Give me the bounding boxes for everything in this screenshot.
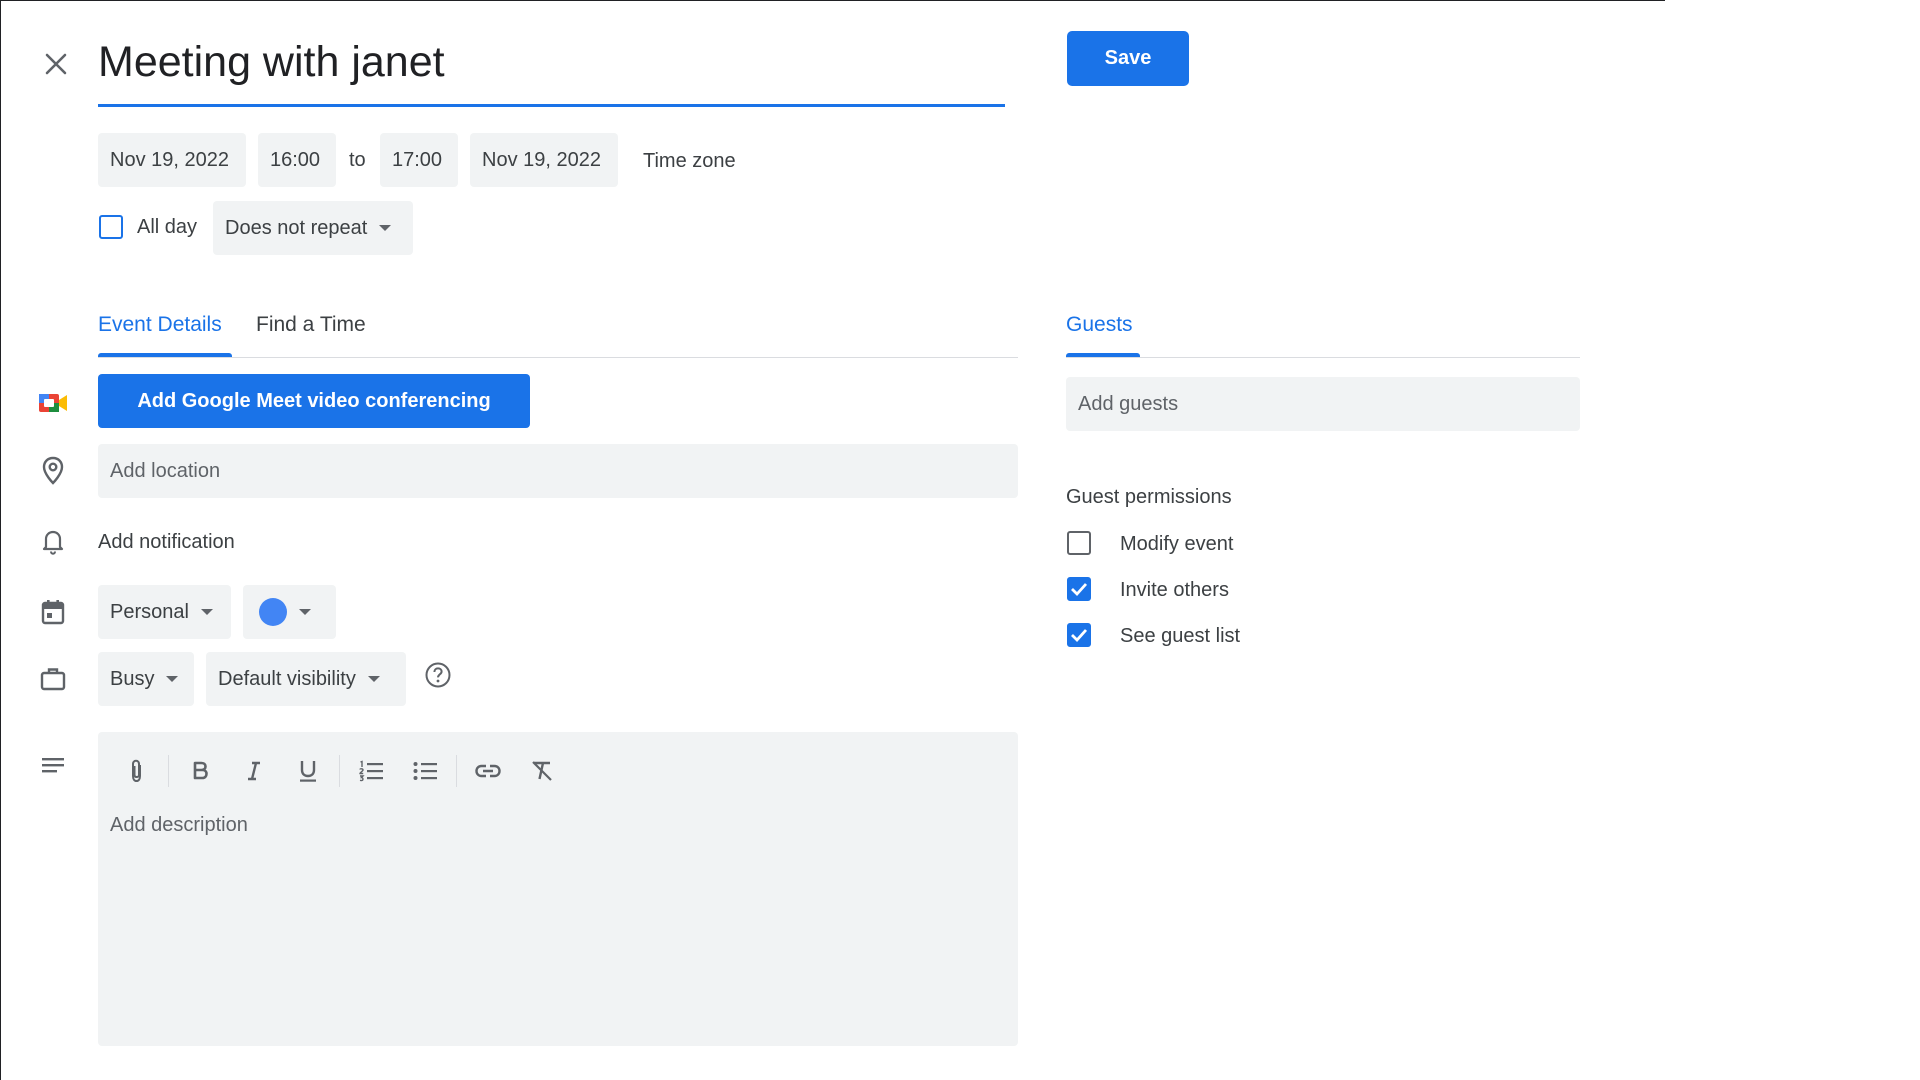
add-guests-placeholder: Add guests [1078, 392, 1179, 415]
event-color-dropdown[interactable] [243, 585, 336, 639]
location-field[interactable]: Add location [98, 444, 1018, 498]
underline-icon [300, 761, 316, 782]
end-date-picker[interactable]: Nov 19, 2022 [470, 133, 618, 187]
chevron-down-icon [299, 609, 311, 615]
start-time-picker[interactable]: 16:00 [258, 133, 336, 187]
end-time-value: 17:00 [392, 148, 443, 171]
repeat-value: Does not repeat [225, 216, 368, 239]
add-notification-button[interactable]: Add notification [98, 524, 235, 560]
description-editor: Add description [98, 732, 1018, 1046]
calendar-value: Personal [110, 600, 189, 623]
chevron-down-icon [166, 676, 179, 682]
start-date-picker[interactable]: Nov 19, 2022 [98, 133, 246, 187]
window-left-border [0, 0, 1, 1080]
toolbar-separator [456, 755, 457, 787]
location-pin-icon [33, 451, 73, 491]
visibility-dropdown[interactable]: Default visibility [206, 652, 406, 706]
end-time-picker[interactable]: 17:00 [380, 133, 458, 187]
bold-button[interactable] [177, 748, 223, 794]
close-icon [45, 53, 67, 75]
tab-guests[interactable]: Guests [1066, 307, 1133, 343]
calendar-dropdown[interactable]: Personal [98, 585, 231, 639]
chevron-down-icon [200, 609, 213, 615]
event-title-input[interactable] [98, 30, 1005, 87]
chevron-down-icon [379, 225, 392, 231]
toolbar-separator [168, 755, 169, 787]
add-google-meet-button[interactable]: Add Google Meet video conferencing [98, 374, 530, 428]
invite-others-label: Invite others [1120, 578, 1229, 601]
to-label: to [349, 148, 366, 171]
tabs-divider [98, 357, 1018, 358]
tab-event-details[interactable]: Event Details [98, 307, 222, 343]
calendar-icon [33, 592, 73, 632]
end-date-value: Nov 19, 2022 [482, 148, 601, 171]
google-meet-icon [33, 383, 73, 423]
see-guest-list-label: See guest list [1120, 624, 1241, 647]
close-button[interactable] [36, 44, 76, 84]
checkmark-icon [1071, 629, 1088, 643]
checkmark-icon [1071, 583, 1088, 597]
event-title-field[interactable] [98, 30, 1005, 107]
italic-icon [248, 761, 260, 781]
briefcase-icon [33, 659, 73, 699]
italic-button[interactable] [231, 748, 277, 794]
insert-link-button[interactable] [465, 748, 511, 794]
modify-event-label: Modify event [1120, 532, 1234, 555]
time-zone-button[interactable]: Time zone [643, 133, 736, 189]
availability-value: Busy [110, 667, 155, 690]
bell-icon [33, 521, 73, 561]
modify-event-checkbox[interactable] [1067, 531, 1091, 555]
attachment-icon [132, 759, 141, 783]
clear-formatting-icon [532, 761, 552, 781]
bulleted-list-button[interactable] [402, 748, 448, 794]
location-placeholder: Add location [110, 459, 221, 482]
all-day-checkbox[interactable] [99, 215, 123, 239]
clear-formatting-button[interactable] [519, 748, 565, 794]
all-day-label: All day [137, 215, 198, 238]
notes-lines-icon [33, 745, 73, 785]
event-color-swatch [259, 598, 287, 626]
window-top-border [0, 0, 1665, 1]
invite-others-checkbox[interactable] [1067, 577, 1091, 601]
tab-find-a-time[interactable]: Find a Time [256, 307, 366, 343]
numbered-list-icon [359, 760, 383, 782]
toolbar-separator [339, 755, 340, 787]
chevron-down-icon [367, 676, 380, 682]
save-button[interactable]: Save [1067, 31, 1189, 86]
link-icon [475, 764, 501, 778]
repeat-dropdown[interactable]: Does not repeat [213, 201, 413, 255]
start-time-value: 16:00 [270, 148, 321, 171]
add-guests-field[interactable]: Add guests [1066, 377, 1580, 431]
guest-permissions-title: Guest permissions [1066, 485, 1232, 508]
help-circle-icon [425, 662, 451, 688]
visibility-value: Default visibility [218, 667, 356, 690]
attach-button[interactable] [114, 748, 160, 794]
see-guest-list-checkbox[interactable] [1067, 623, 1091, 647]
help-button[interactable] [418, 655, 458, 695]
formatting-toolbar [114, 748, 565, 794]
availability-dropdown[interactable]: Busy [98, 652, 194, 706]
bulleted-list-icon [413, 762, 437, 780]
description-placeholder[interactable]: Add description [110, 814, 248, 837]
guests-tabs-divider [1066, 357, 1580, 358]
numbered-list-button[interactable] [348, 748, 394, 794]
bold-icon [193, 761, 208, 780]
start-date-value: Nov 19, 2022 [110, 148, 229, 171]
underline-button[interactable] [285, 748, 331, 794]
